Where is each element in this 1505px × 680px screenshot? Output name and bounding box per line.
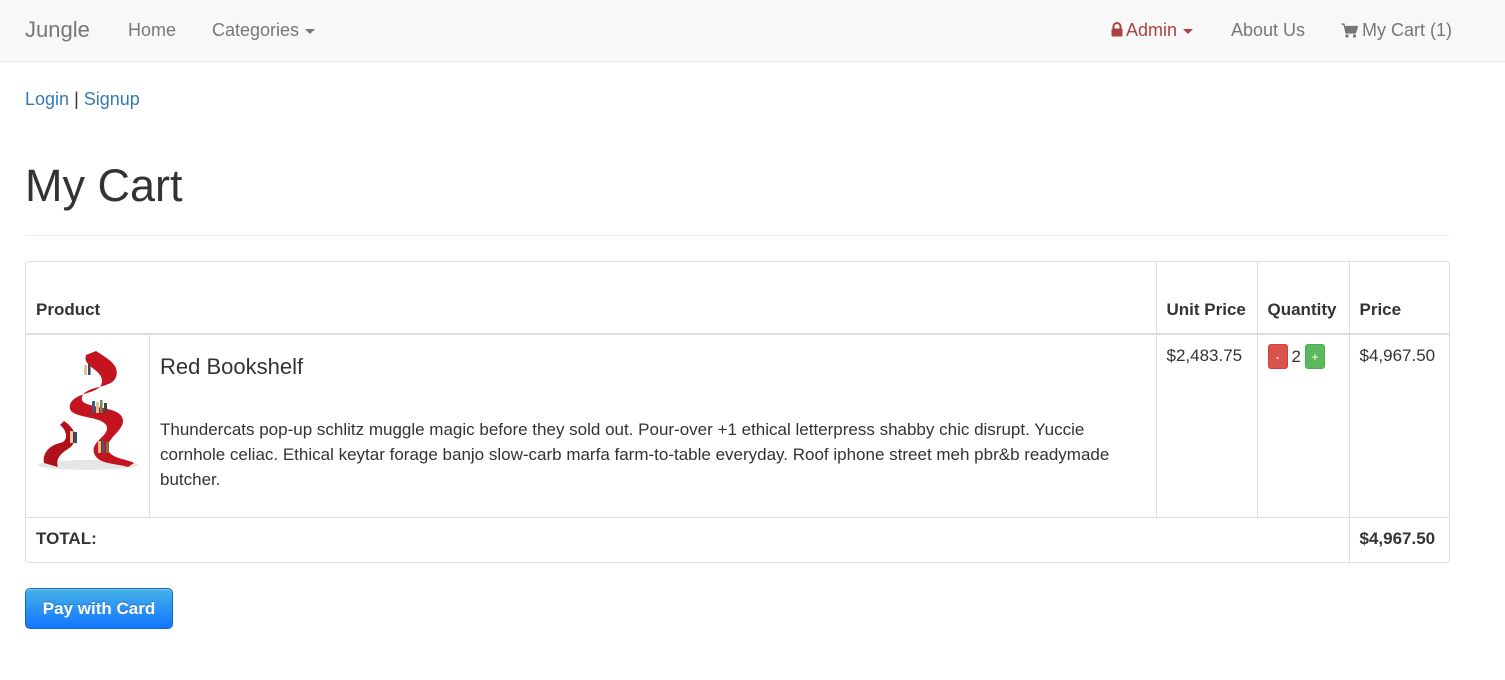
chevron-down-icon bbox=[1183, 28, 1194, 34]
shopping-cart-icon bbox=[1341, 21, 1359, 43]
price-cell: $4,967.50 bbox=[1348, 334, 1449, 517]
nav-home[interactable]: Home bbox=[128, 19, 176, 41]
quantity-value: 2 bbox=[1291, 347, 1301, 367]
nav-cart[interactable]: My Cart (1) bbox=[1341, 19, 1452, 43]
signup-link[interactable]: Signup bbox=[84, 89, 140, 109]
pay-with-card-button[interactable]: Pay with Card bbox=[25, 588, 173, 629]
header-price: Price bbox=[1348, 262, 1449, 335]
table-row: Red Bookshelf Thundercats pop-up schlitz… bbox=[26, 334, 1449, 517]
nav-cart-label: My Cart (1) bbox=[1362, 20, 1452, 40]
table-header-row: Product Unit Price Quantity Price bbox=[26, 262, 1449, 335]
brand-link[interactable]: Jungle bbox=[25, 16, 90, 44]
chevron-down-icon bbox=[305, 28, 316, 34]
cart-table-panel: Product Unit Price Quantity Price Red Bo… bbox=[25, 261, 1450, 563]
product-info-cell: Red Bookshelf Thundercats pop-up schlitz… bbox=[149, 334, 1156, 517]
nav-categories-dropdown[interactable]: Categories bbox=[212, 19, 316, 41]
total-value: $4,967.50 bbox=[1348, 516, 1449, 563]
total-row: TOTAL: $4,967.50 bbox=[26, 516, 1449, 563]
auth-links: Login | Signup bbox=[25, 87, 140, 111]
header-unit-price: Unit Price bbox=[1155, 262, 1257, 335]
nav-admin-dropdown[interactable]: Admin bbox=[1111, 19, 1194, 42]
unit-price-cell: $2,483.75 bbox=[1155, 334, 1257, 517]
quantity-cell: -2 + bbox=[1256, 334, 1349, 517]
lock-icon bbox=[1111, 20, 1123, 42]
nav-admin-label: Admin bbox=[1126, 20, 1178, 40]
login-link[interactable]: Login bbox=[25, 89, 69, 109]
nav-about[interactable]: About Us bbox=[1231, 19, 1305, 41]
decrease-quantity-button[interactable]: - bbox=[1267, 344, 1288, 370]
navbar: Jungle Home Categories Admin About Us My… bbox=[0, 0, 1505, 62]
product-image-cell bbox=[26, 334, 150, 517]
product-image bbox=[38, 351, 138, 470]
increase-quantity-button[interactable]: + bbox=[1304, 344, 1325, 370]
cart-table: Product Unit Price Quantity Price Red Bo… bbox=[26, 262, 1449, 563]
page-title: My Cart bbox=[25, 160, 183, 211]
product-description: Thundercats pop-up schlitz muggle magic … bbox=[160, 420, 1110, 489]
header-quantity: Quantity bbox=[1256, 262, 1349, 335]
total-label: TOTAL: bbox=[26, 516, 1349, 563]
quantity-stepper: -2 + bbox=[1267, 344, 1325, 370]
auth-separator: | bbox=[74, 89, 79, 109]
divider bbox=[25, 235, 1450, 236]
header-product: Product bbox=[26, 262, 1156, 335]
nav-categories-label: Categories bbox=[212, 20, 300, 40]
product-name[interactable]: Red Bookshelf bbox=[160, 353, 1146, 381]
